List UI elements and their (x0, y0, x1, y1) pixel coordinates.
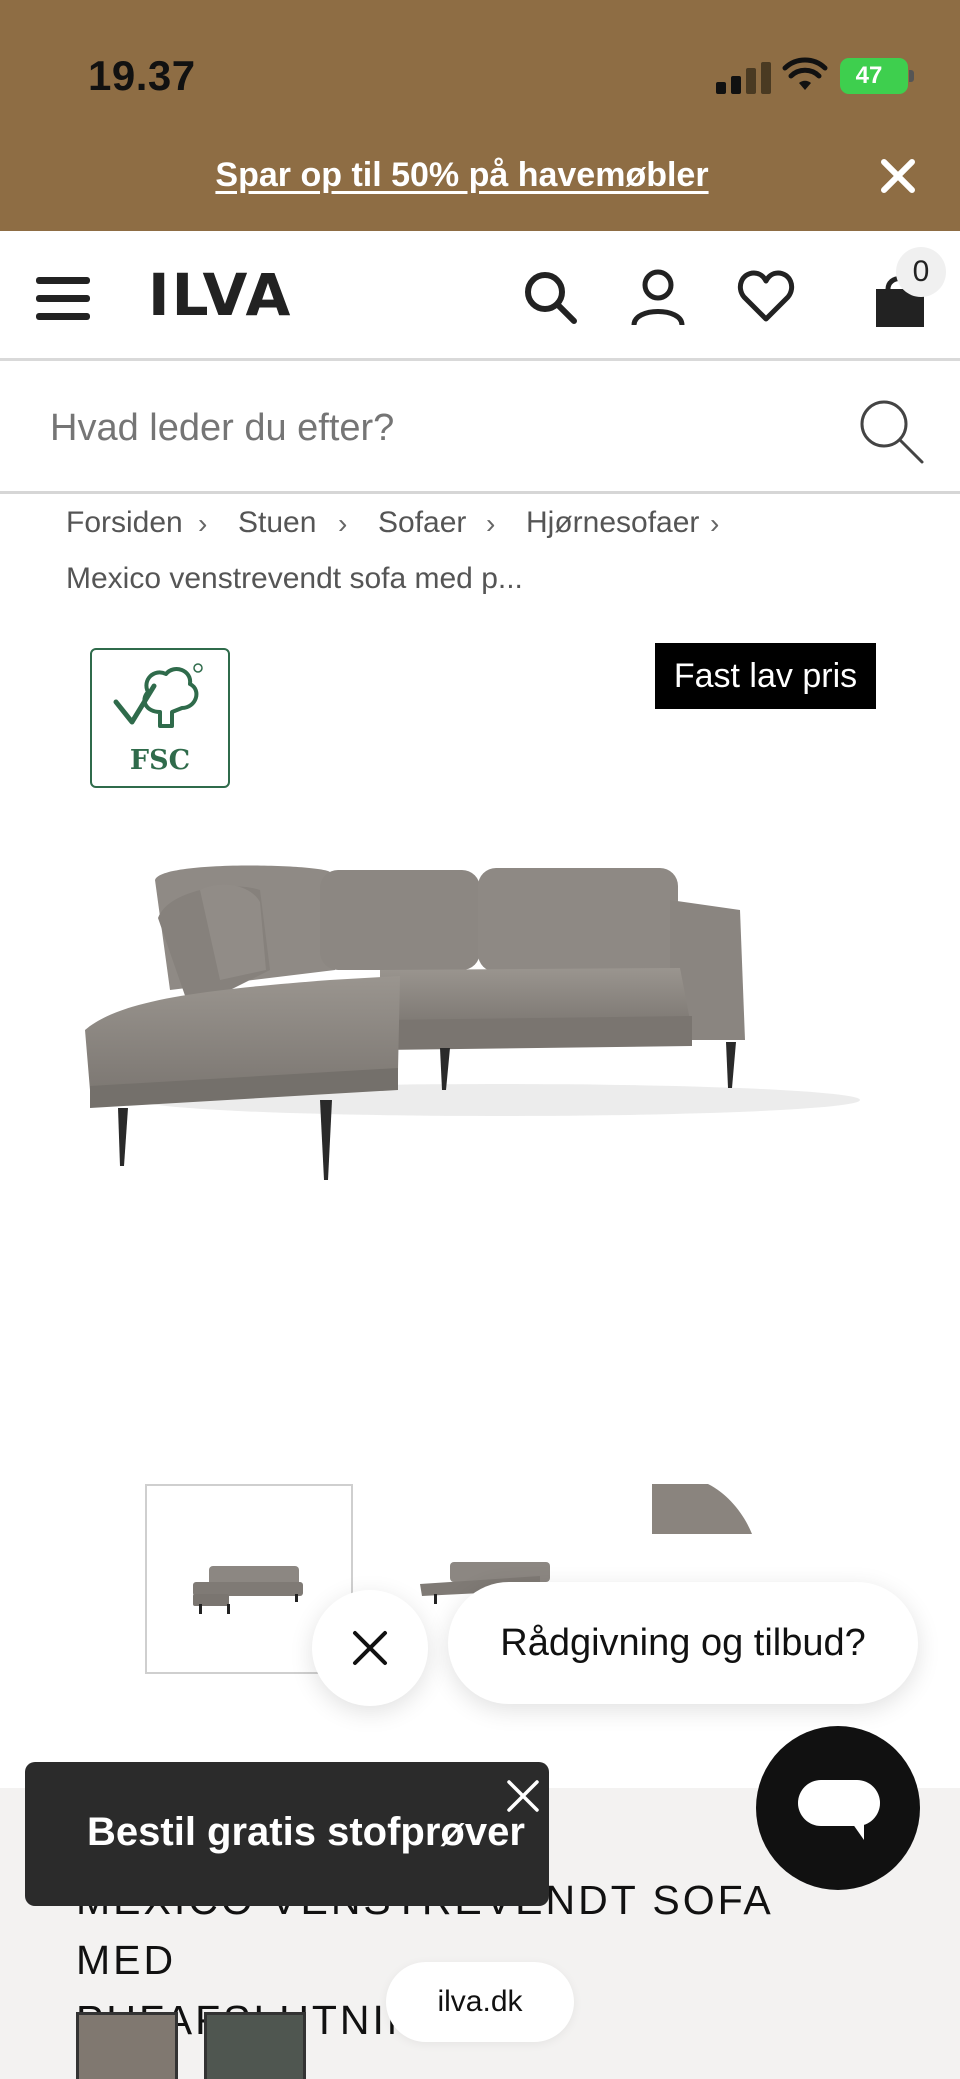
wishlist-heart-icon[interactable] (736, 267, 796, 327)
status-time: 19.37 (88, 52, 196, 99)
menu-icon[interactable] (36, 277, 90, 321)
product-image[interactable] (80, 850, 880, 1190)
search-input[interactable] (50, 398, 810, 458)
chat-prompt-bubble[interactable]: Rådgivning og tilbud? (448, 1582, 918, 1704)
color-swatch[interactable] (76, 2012, 178, 2079)
breadcrumb-current: Mexico venstrevendt sofa med p... (66, 562, 523, 595)
chat-launcher-button[interactable] (756, 1726, 920, 1890)
cellular-signal-icon (716, 60, 776, 94)
search-bar (0, 364, 960, 494)
chevron-right-icon: › (710, 508, 720, 539)
breadcrumb-item[interactable]: Sofaer (378, 506, 466, 540)
chevron-right-icon: › (198, 508, 208, 539)
close-icon (353, 1631, 387, 1665)
fabric-samples-text: Bestil gratis stofprøver (87, 1810, 525, 1854)
fsc-logo: FSC (90, 648, 230, 788)
browser-url-pill[interactable]: ilva.dk (386, 1962, 574, 2042)
chat-bubble-icon (798, 1780, 880, 1840)
color-swatch[interactable] (204, 2012, 306, 2079)
close-icon[interactable] (878, 156, 918, 196)
tree-check-icon (113, 663, 203, 728)
account-icon[interactable] (628, 267, 688, 327)
breadcrumb-item[interactable]: Stuen (238, 506, 316, 540)
promo-banner: 19.37 47 Spar op til 50% på havemøbler (0, 0, 960, 231)
cart-count-badge: 0 (896, 247, 946, 297)
fabric-samples-toast[interactable]: Bestil gratis stofprøver (25, 1762, 549, 1906)
fsc-label: FSC (129, 745, 191, 776)
chevron-right-icon: › (338, 508, 348, 539)
promo-link[interactable]: Spar op til 50% på havemøbler (0, 156, 924, 195)
site-header: ILVA 0 (0, 231, 960, 361)
battery-level: 47 (855, 62, 883, 89)
site-logo[interactable]: ILVA (148, 261, 292, 329)
breadcrumb-item[interactable]: Forsiden (66, 506, 183, 540)
chevron-right-icon: › (486, 508, 496, 539)
battery-icon: 47 (840, 58, 914, 94)
search-icon[interactable] (854, 394, 926, 466)
price-badge: Fast lav pris (655, 643, 876, 709)
breadcrumb-item[interactable]: Hjørnesofaer (526, 506, 699, 540)
search-icon[interactable] (520, 267, 580, 327)
chat-dismiss-button[interactable] (312, 1590, 428, 1706)
close-icon[interactable] (503, 1776, 543, 1816)
breadcrumb: Forsiden › Stuen › Sofaer › Hjørnesofaer… (66, 506, 946, 618)
wifi-icon (782, 57, 828, 90)
